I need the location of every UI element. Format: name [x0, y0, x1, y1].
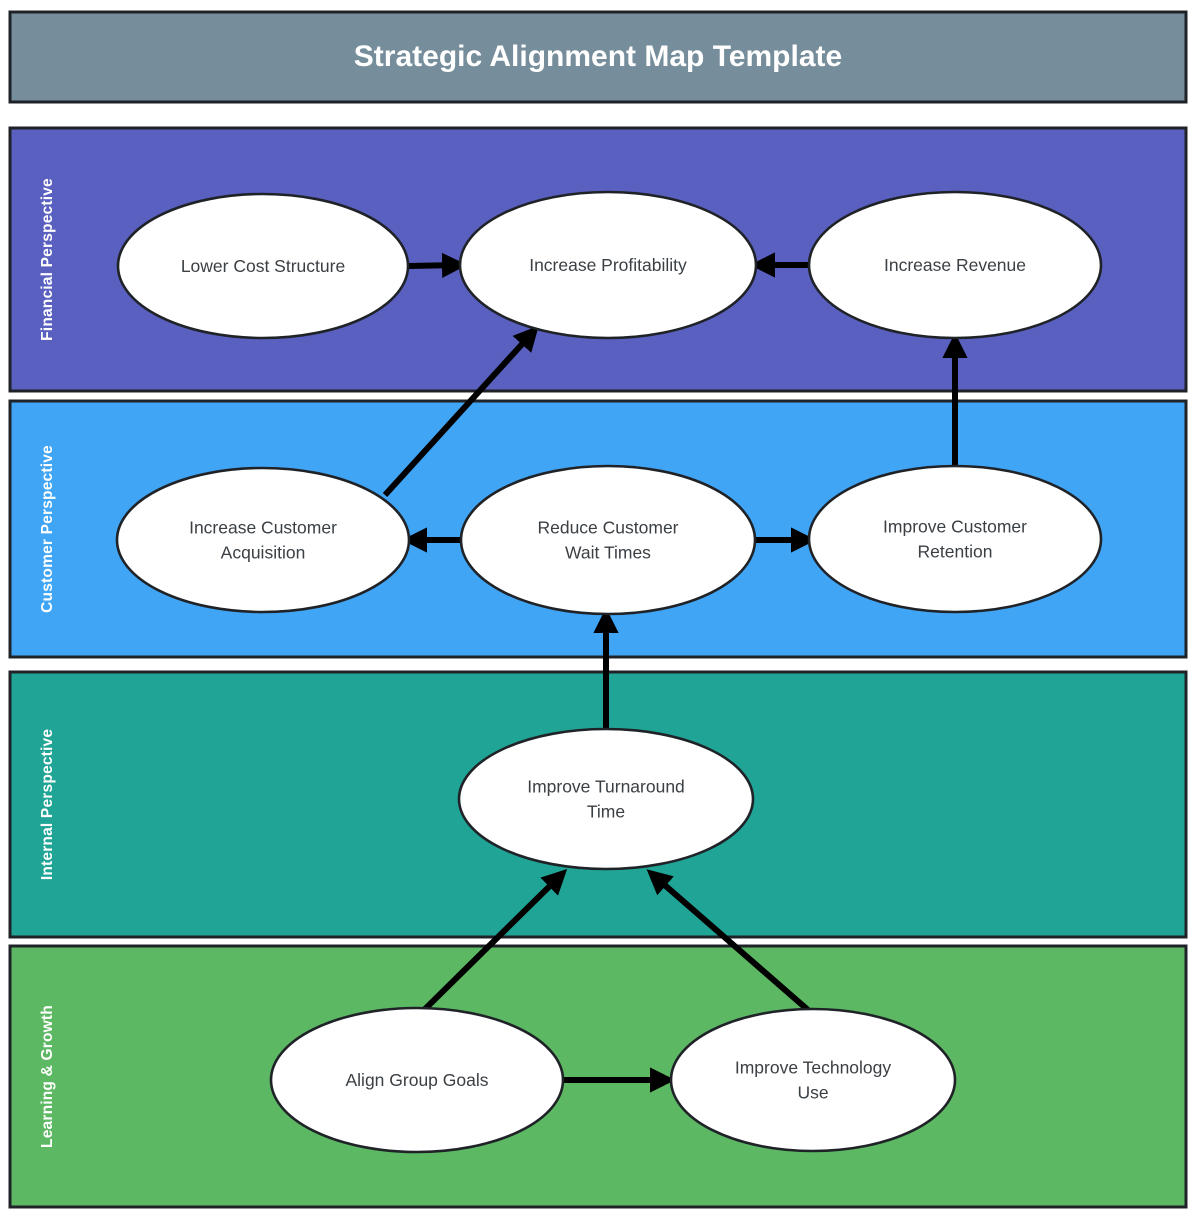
band-learning: Learning & Growth	[8, 944, 1188, 1209]
node-label-improve-customer-retention-line-1: Retention	[918, 542, 993, 562]
page-title: Strategic Alignment Map Template	[354, 40, 842, 73]
node-improve-turnaround-time[interactable]: Improve Turnaround Time	[457, 727, 755, 871]
node-label-improve-turnaround-time-line-1: Time	[587, 802, 625, 822]
node-ellipse-increase-customer-acquisition[interactable]	[115, 466, 411, 614]
band-label-customer: Customer Perspective	[39, 445, 56, 613]
node-improve-customer-retention[interactable]: Improve Customer Retention	[807, 464, 1103, 614]
node-label-lower-cost-structure-line-0: Lower Cost Structure	[181, 256, 345, 276]
band-label-financial: Financial Perspective	[39, 178, 56, 341]
node-increase-profitability[interactable]: Increase Profitability	[458, 190, 758, 340]
band-label-internal: Internal Perspective	[39, 729, 56, 880]
node-label-increase-customer-acquisition-line-1: Acquisition	[221, 543, 306, 563]
node-lower-cost-structure[interactable]: Lower Cost Structure	[116, 192, 410, 340]
node-label-reduce-customer-wait-times-line-1: Wait Times	[565, 543, 651, 563]
connector-lower-cost-to-profitability	[408, 252, 468, 278]
node-ellipse-reduce-customer-wait-times[interactable]	[459, 464, 757, 616]
node-label-improve-technology-use-line-1: Use	[797, 1083, 828, 1103]
node-label-increase-customer-acquisition-line-0: Increase Customer	[189, 518, 337, 538]
node-label-increase-revenue-line-0: Increase Revenue	[884, 255, 1026, 275]
band-rect-learning	[8, 944, 1188, 1209]
node-label-increase-profitability-line-0: Increase Profitability	[529, 255, 687, 275]
node-reduce-customer-wait-times[interactable]: Reduce Customer Wait Times	[459, 464, 757, 616]
node-ellipse-improve-customer-retention[interactable]	[807, 464, 1103, 614]
node-improve-technology-use[interactable]: Improve Technology Use	[669, 1007, 957, 1153]
node-increase-customer-acquisition[interactable]: Increase Customer Acquisition	[115, 466, 411, 614]
node-ellipse-improve-technology-use[interactable]	[669, 1007, 957, 1153]
node-label-improve-customer-retention-line-0: Improve Customer	[883, 517, 1027, 537]
node-align-group-goals[interactable]: Align Group Goals	[269, 1006, 565, 1154]
strategy-map-canvas: Strategic Alignment Map Template Financi…	[0, 0, 1200, 1219]
node-label-improve-technology-use-line-0: Improve Technology	[735, 1058, 892, 1078]
title-banner: Strategic Alignment Map Template	[8, 10, 1188, 104]
node-increase-revenue[interactable]: Increase Revenue	[807, 190, 1103, 340]
node-label-reduce-customer-wait-times-line-0: Reduce Customer	[537, 518, 678, 538]
node-label-improve-turnaround-time-line-0: Improve Turnaround	[527, 777, 685, 797]
node-label-align-group-goals-line-0: Align Group Goals	[346, 1070, 489, 1090]
strategic-alignment-map: Strategic Alignment Map Template Financi…	[8, 10, 1188, 1209]
band-label-learning: Learning & Growth	[39, 1005, 56, 1148]
node-ellipse-improve-turnaround-time[interactable]	[457, 727, 755, 871]
